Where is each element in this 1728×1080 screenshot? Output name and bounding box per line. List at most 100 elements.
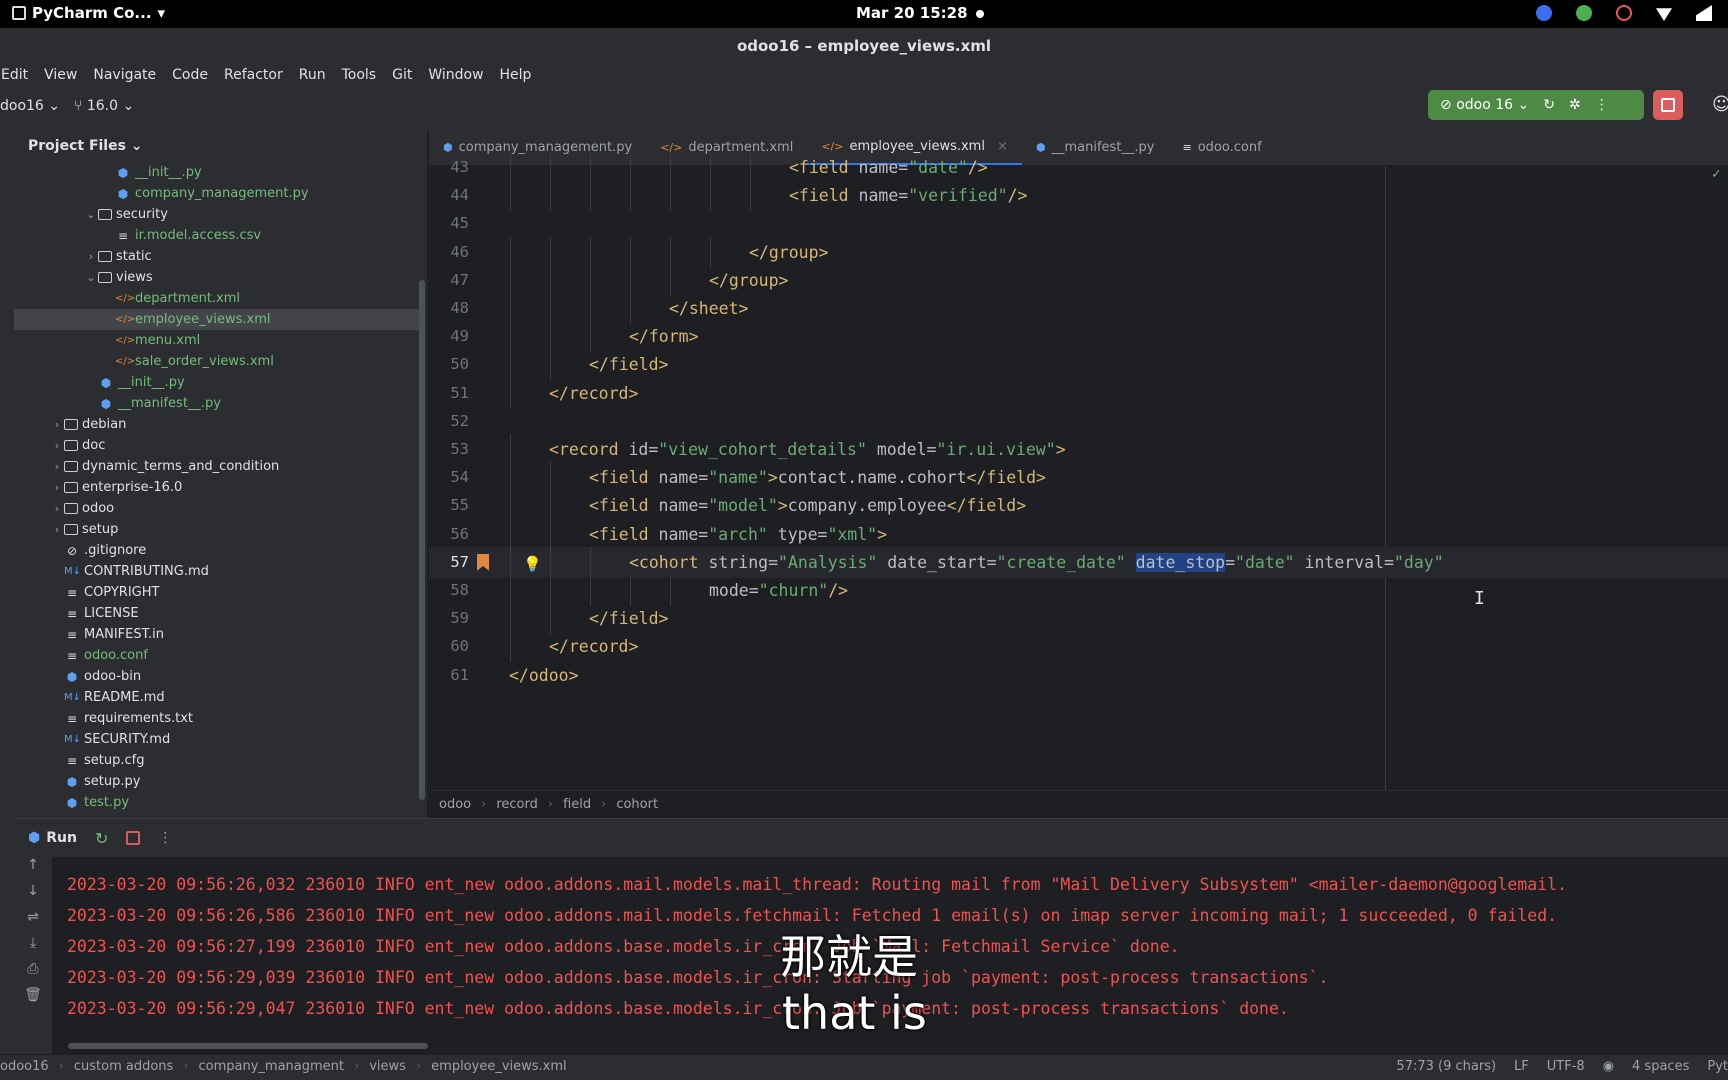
status-path-item[interactable]: odoo16	[0, 1059, 49, 1074]
tray-app-icon[interactable]	[1616, 5, 1632, 21]
code-line[interactable]: 48 </sheet>	[429, 293, 1728, 324]
code-line[interactable]: 61 </odoo>	[429, 660, 1728, 691]
chevron-right-icon[interactable]: ›	[50, 460, 64, 473]
file-encoding[interactable]: UTF-8	[1547, 1059, 1585, 1074]
tree-item[interactable]: M↓ SECURITY.md	[14, 729, 424, 750]
chevron-right-icon[interactable]: ›	[84, 250, 98, 263]
app-menu[interactable]: PyCharm Co... ▾	[12, 4, 165, 22]
tree-item[interactable]: ⌄ views	[14, 267, 424, 288]
menu-code[interactable]: Code	[171, 67, 209, 83]
more-icon[interactable]: ⋮	[158, 830, 172, 846]
code-line[interactable]: 59 </field>	[429, 603, 1728, 635]
code-line[interactable]: 56 <field name="arch" type="xml">	[429, 518, 1728, 550]
tree-item[interactable]: ≡ LICENSE	[14, 603, 424, 624]
stop-button[interactable]	[1653, 90, 1683, 120]
tree-item[interactable]: › setup	[14, 519, 424, 540]
code-line[interactable]: 51 </record>	[429, 377, 1728, 409]
menu-run[interactable]: Run	[298, 67, 327, 83]
tree-item[interactable]: M↓ CONTRIBUTING.md	[14, 561, 424, 582]
tree-item[interactable]: › enterprise-16.0	[14, 477, 424, 498]
code-line[interactable]: 47 </group>	[429, 264, 1728, 296]
menu-git[interactable]: Git	[391, 67, 413, 83]
chevron-right-icon[interactable]: ›	[50, 418, 64, 431]
tree-item[interactable]: ⬢ __manifest__.py	[14, 393, 424, 414]
menu-window[interactable]: Window	[427, 67, 484, 83]
chevron-right-icon[interactable]: ›	[50, 481, 64, 494]
code-line[interactable]: 57 <cohort string="Analysis" date_start="…	[429, 546, 1728, 578]
tree-item[interactable]: ≡ setup.cfg	[14, 750, 424, 771]
status-path-item[interactable]: employee_views.xml	[431, 1059, 566, 1074]
code-line[interactable]: 55 <field name="model">company.employee</…	[429, 490, 1728, 522]
tree-item[interactable]: › debian	[14, 414, 424, 435]
chevron-down-icon[interactable]: ⌄	[84, 271, 98, 284]
arrow-down-icon[interactable]: ↓	[14, 883, 52, 909]
wifi-icon[interactable]	[1656, 8, 1672, 21]
tree-item[interactable]: ≡ odoo.conf	[14, 645, 424, 666]
code-line[interactable]: 54 <field name="name">contact.name.cohort…	[429, 462, 1728, 494]
code-line[interactable]: 60 </record>	[429, 631, 1728, 663]
code-line[interactable]: 52	[429, 406, 1728, 437]
volume-icon[interactable]	[1696, 5, 1712, 21]
tree-item[interactable]: ⬢ __init__.py	[14, 372, 424, 393]
tree-item[interactable]: ≡ MANIFEST.in	[14, 624, 424, 645]
print-icon[interactable]: ⎙	[14, 961, 52, 987]
tray-app-icon[interactable]	[1536, 5, 1552, 21]
git-branch-selector[interactable]: ⑂ 16.0 ⌄	[74, 98, 134, 114]
console-scrollbar[interactable]	[68, 1043, 428, 1049]
trash-icon[interactable]: 🗑	[14, 987, 52, 1013]
menu-navigate[interactable]: Navigate	[92, 67, 157, 83]
scroll-to-end-icon[interactable]: ⤓	[14, 935, 52, 961]
project-selector[interactable]: doo16 ⌄	[0, 98, 60, 114]
tree-item[interactable]: ⌄ security	[14, 204, 424, 225]
project-panel-title[interactable]: Project Files ⌄	[14, 130, 427, 162]
project-scrollbar[interactable]	[419, 280, 425, 800]
clock[interactable]: Mar 20 15:28	[856, 4, 984, 22]
tree-item[interactable]: </> sale_order_views.xml	[14, 351, 424, 372]
soft-wrap-icon[interactable]: ⇌	[14, 909, 52, 935]
menu-edit[interactable]: Edit	[0, 67, 29, 83]
tree-item[interactable]: › doc	[14, 435, 424, 456]
code-editor[interactable]: ✓ 43 <field name="date"/> 44 <field name="v…	[429, 152, 1728, 790]
tree-item[interactable]: › odoo	[14, 498, 424, 519]
tray-app-icon[interactable]	[1576, 5, 1592, 21]
run-config-widget[interactable]: ⊘ odoo 16 ⌄ ↻ ✲ ⋮	[1428, 90, 1644, 120]
code-line[interactable]: 58 mode="churn"/>	[429, 575, 1728, 606]
tree-item[interactable]: </> department.xml	[14, 288, 424, 309]
readonly-eye-icon[interactable]: ◉	[1603, 1059, 1614, 1074]
run-config-selector[interactable]: ⊘ odoo 16 ⌄	[1440, 97, 1529, 113]
breadcrumb-item[interactable]: odoo	[439, 797, 471, 812]
tree-item[interactable]: M↓ README.md	[14, 687, 424, 708]
system-tray[interactable]	[1536, 5, 1712, 21]
tree-item[interactable]: ⬢ test.py	[14, 792, 424, 813]
indent-setting[interactable]: 4 spaces	[1632, 1059, 1689, 1074]
run-tab[interactable]: ⬢ Run	[28, 830, 77, 846]
tree-item[interactable]: ⬢ setup.py	[14, 771, 424, 792]
tree-item[interactable]: </> menu.xml	[14, 330, 424, 351]
code-line[interactable]: 50 </field>	[429, 349, 1728, 381]
account-icon[interactable]: ☺	[1712, 94, 1728, 115]
tree-item[interactable]: </> employee_views.xml	[14, 309, 424, 330]
breadcrumb-item[interactable]: cohort	[616, 797, 658, 812]
tree-item[interactable]: ≡ requirements.txt	[14, 708, 424, 729]
status-path-item[interactable]: company_managment	[199, 1059, 345, 1074]
chevron-right-icon[interactable]: ›	[50, 523, 64, 536]
tree-item[interactable]: › dynamic_terms_and_condition	[14, 456, 424, 477]
tree-item[interactable]: ⬢ odoo-bin	[14, 666, 424, 687]
menu-view[interactable]: View	[43, 67, 78, 83]
breadcrumb-item[interactable]: field	[563, 797, 591, 812]
menu-refactor[interactable]: Refactor	[223, 67, 284, 83]
chevron-down-icon[interactable]: ⌄	[84, 208, 98, 221]
status-path-item[interactable]: custom addons	[74, 1059, 173, 1074]
code-line[interactable]: 53 <record id="view_cohort_details" model…	[429, 434, 1728, 465]
arrow-up-icon[interactable]: ↑	[14, 857, 52, 883]
code-line[interactable]: 44 <field name="verified"/>	[429, 180, 1728, 212]
status-path-item[interactable]: views	[369, 1059, 406, 1074]
interpreter[interactable]: Pyt	[1707, 1059, 1728, 1074]
tree-item[interactable]: › static	[14, 246, 424, 267]
more-actions-icon[interactable]: ⋮	[1595, 97, 1609, 113]
chevron-right-icon[interactable]: ›	[50, 502, 64, 515]
tree-item[interactable]: ⊘ .gitignore	[14, 540, 424, 561]
code-line[interactable]: 45	[429, 208, 1728, 239]
caret-position[interactable]: 57:73 (9 chars)	[1396, 1059, 1496, 1074]
code-line[interactable]: 46 </group>	[429, 236, 1728, 268]
